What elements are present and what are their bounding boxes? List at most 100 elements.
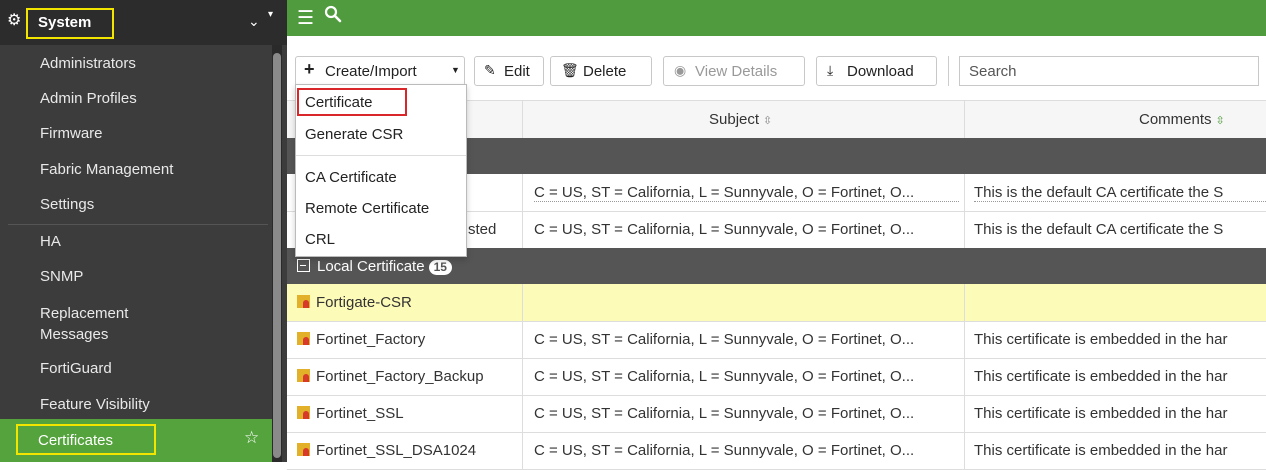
gear-icon: ⚙ bbox=[7, 12, 22, 29]
star-icon[interactable]: ☆ bbox=[244, 428, 259, 448]
column-divider bbox=[522, 395, 523, 432]
certificate-icon bbox=[297, 406, 310, 419]
certificate-icon bbox=[297, 295, 310, 308]
pencil-icon: ✎ bbox=[484, 62, 496, 78]
sort-icon: ⇳ bbox=[763, 115, 773, 127]
view-details-label: View Details bbox=[695, 63, 778, 80]
table-row[interactable]: Fortinet_SSL_DSA1024 C = US, ST = Califo… bbox=[287, 432, 1266, 470]
sidebar-item-administrators[interactable]: Administrators bbox=[0, 55, 272, 85]
sidebar-item-label: HA bbox=[40, 233, 61, 250]
table-row[interactable]: Fortigate-CSR bbox=[287, 284, 1266, 322]
sidebar-item-label: Feature Visibility bbox=[40, 396, 150, 413]
row-comment: This is the default CA certificate the S bbox=[974, 221, 1224, 238]
download-icon: ⤓ bbox=[827, 62, 834, 78]
column-divider bbox=[522, 174, 523, 211]
group-label: Local Certificate 15 bbox=[297, 258, 452, 275]
row-name: Fortinet_SSL bbox=[297, 405, 522, 422]
column-header-subject[interactable]: Subject ⇳ bbox=[709, 111, 772, 128]
create-import-button[interactable]: + Create/Import ▼ bbox=[295, 56, 465, 86]
column-divider bbox=[964, 432, 965, 469]
row-name: Fortinet_Factory_Backup bbox=[297, 368, 522, 385]
edit-button[interactable]: ✎ Edit bbox=[474, 56, 544, 86]
column-divider bbox=[964, 101, 965, 139]
search-icon[interactable] bbox=[324, 5, 342, 28]
sidebar-item-label: Fabric Management bbox=[40, 161, 174, 178]
certificate-icon bbox=[297, 369, 310, 382]
column-divider bbox=[964, 174, 965, 211]
create-import-label: Create/Import bbox=[325, 63, 417, 80]
sidebar: ⚙ System ⌄ ▾ Administrators Admin Profil… bbox=[0, 0, 287, 462]
table-row[interactable]: Fortinet_Factory_Backup C = US, ST = Cal… bbox=[287, 358, 1266, 396]
sidebar-section-title[interactable]: System bbox=[38, 14, 91, 31]
column-divider bbox=[522, 432, 523, 469]
column-divider bbox=[964, 358, 965, 395]
row-comment: This certificate is embedded in the har bbox=[974, 331, 1228, 348]
sidebar-divider bbox=[8, 224, 268, 225]
menu-item-remote-certificate[interactable]: Remote Certificate bbox=[296, 194, 466, 222]
sort-icon: ⇳ bbox=[1215, 115, 1225, 127]
sidebar-item-snmp[interactable]: SNMP bbox=[0, 268, 272, 298]
column-divider bbox=[964, 211, 965, 248]
row-name: Fortigate-CSR bbox=[297, 294, 522, 311]
table-row[interactable]: Fortinet_Factory C = US, ST = California… bbox=[287, 321, 1266, 359]
menu-item-ca-certificate[interactable]: CA Certificate bbox=[296, 163, 466, 191]
eye-icon: ◉ bbox=[674, 62, 687, 78]
menu-item-label: CRL bbox=[305, 231, 336, 248]
column-header-label: Comments bbox=[1139, 111, 1212, 128]
count-badge: 15 bbox=[428, 260, 452, 275]
column-divider bbox=[964, 395, 965, 432]
top-bar: ☰ bbox=[287, 0, 1266, 36]
row-subject: C = US, ST = California, L = Sunnyvale, … bbox=[534, 184, 959, 202]
scrollbar-thumb[interactable] bbox=[273, 53, 281, 458]
row-comment: This is the default CA certificate the S bbox=[974, 184, 1266, 202]
collapse-icon[interactable] bbox=[297, 259, 310, 272]
row-subject: C = US, ST = California, L = Sunnyvale, … bbox=[534, 405, 915, 422]
search-input[interactable] bbox=[959, 56, 1259, 86]
sidebar-item-settings[interactable]: Settings bbox=[0, 196, 272, 226]
sidebar-item-label: Admin Profiles bbox=[40, 90, 137, 107]
plus-icon: + bbox=[304, 59, 315, 79]
sidebar-item-label: Certificates bbox=[38, 432, 114, 449]
chevron-down-icon: ▼ bbox=[451, 65, 460, 75]
sidebar-item-label: Replacement Messages bbox=[40, 305, 129, 343]
edit-label: Edit bbox=[504, 63, 530, 80]
column-divider bbox=[522, 358, 523, 395]
sidebar-item-label: FortiGuard bbox=[40, 360, 112, 377]
create-import-dropdown: Certificate Generate CSR CA Certificate … bbox=[295, 84, 467, 257]
sidebar-item-fortiguard[interactable]: FortiGuard bbox=[0, 360, 272, 390]
download-button[interactable]: ⤓ Download bbox=[816, 56, 937, 86]
row-name: Fortinet_Factory bbox=[297, 331, 522, 348]
menu-item-label: Generate CSR bbox=[305, 126, 404, 143]
column-header-comments[interactable]: Comments ⇳ bbox=[1139, 111, 1225, 128]
hamburger-menu-icon[interactable]: ☰ bbox=[297, 7, 314, 30]
sidebar-item-label: Administrators bbox=[40, 55, 136, 72]
sidebar-item-ha[interactable]: HA bbox=[0, 233, 272, 263]
row-name: Fortinet_SSL_DSA1024 bbox=[297, 442, 522, 459]
column-divider bbox=[522, 284, 523, 321]
sidebar-item-label: SNMP bbox=[40, 268, 84, 285]
table-row[interactable]: Fortinet_SSL C = US, ST = California, L … bbox=[287, 395, 1266, 433]
menu-item-crl[interactable]: CRL bbox=[296, 225, 466, 253]
sidebar-item-label: Firmware bbox=[40, 125, 103, 142]
column-divider bbox=[964, 284, 965, 321]
sidebar-item-label: Settings bbox=[40, 196, 95, 213]
certificate-highlight-box bbox=[297, 88, 407, 116]
column-divider bbox=[522, 211, 523, 248]
menu-item-generate-csr[interactable]: Generate CSR bbox=[296, 120, 466, 148]
row-subject: C = US, ST = California, L = Sunnyvale, … bbox=[534, 221, 915, 238]
delete-button[interactable]: 🗑 Delete bbox=[550, 56, 652, 86]
view-details-button[interactable]: ◉ View Details bbox=[663, 56, 805, 86]
certificate-icon bbox=[297, 332, 310, 345]
sidebar-item-admin-profiles[interactable]: Admin Profiles bbox=[0, 90, 272, 120]
column-divider bbox=[964, 321, 965, 358]
sidebar-item-firmware[interactable]: Firmware bbox=[0, 125, 272, 155]
row-comment: This certificate is embedded in the har bbox=[974, 368, 1228, 385]
chevron-down-icon[interactable]: ⌄ bbox=[248, 13, 260, 30]
sidebar-scrollbar[interactable] bbox=[272, 45, 282, 462]
sidebar-item-replacement-messages[interactable]: Replacement Messages bbox=[0, 303, 272, 347]
row-subject: C = US, ST = California, L = Sunnyvale, … bbox=[534, 442, 915, 459]
caret-icon: ▾ bbox=[268, 9, 274, 20]
sidebar-item-fabric-management[interactable]: Fabric Management bbox=[0, 161, 272, 191]
sidebar-section-header[interactable]: ⚙ System ⌄ ▾ bbox=[0, 0, 287, 45]
row-subject: C = US, ST = California, L = Sunnyvale, … bbox=[534, 368, 915, 385]
